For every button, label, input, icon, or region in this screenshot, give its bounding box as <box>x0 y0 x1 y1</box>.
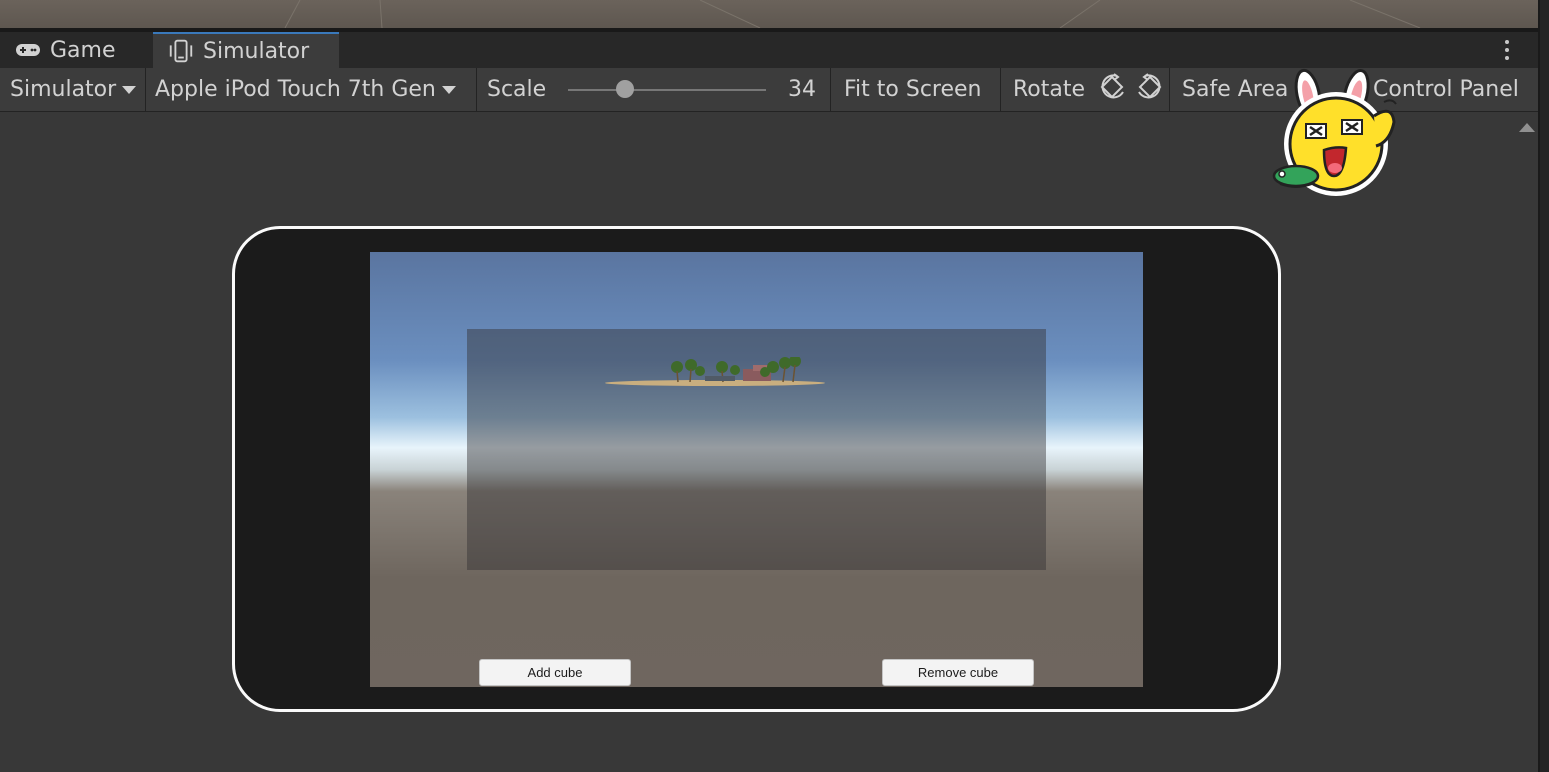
rotate-left-button[interactable] <box>1093 68 1133 111</box>
rotate-right-icon <box>1135 72 1165 108</box>
toolbar-divider <box>1000 68 1001 111</box>
scroll-up-arrow-icon[interactable] <box>1519 123 1535 132</box>
rotate-left-icon <box>1097 72 1127 108</box>
right-panel-edge <box>1538 0 1549 772</box>
rotate-right-button[interactable] <box>1133 68 1169 111</box>
add-cube-button[interactable]: Add cube <box>479 659 631 686</box>
tab-game-label: Game <box>50 37 116 63</box>
toolbar-divider <box>1169 68 1170 111</box>
scale-value: 34 <box>788 77 816 102</box>
game-screen[interactable]: Add cube Remove cube <box>370 252 1143 687</box>
fit-to-screen-button[interactable]: Fit to Screen <box>834 68 1000 111</box>
remove-cube-button[interactable]: Remove cube <box>882 659 1034 686</box>
fit-to-screen-label: Fit to Screen <box>844 77 982 102</box>
tab-simulator-label: Simulator <box>203 38 310 64</box>
mode-dropdown-label: Simulator <box>10 77 117 102</box>
island-scene-image <box>605 357 825 386</box>
tab-simulator[interactable]: Simulator <box>153 32 339 68</box>
chevron-down-icon <box>441 85 456 94</box>
gamepad-icon <box>14 39 42 61</box>
tab-game[interactable]: Game <box>0 32 152 68</box>
toolbar-divider <box>830 68 831 111</box>
mode-dropdown[interactable]: Simulator <box>0 68 145 111</box>
more-options-icon[interactable] <box>1504 40 1510 62</box>
chevron-down-icon <box>122 85 137 94</box>
device-dropdown-label: Apple iPod Touch 7th Gen <box>155 77 436 102</box>
scale-slider-track[interactable] <box>568 89 766 91</box>
scene-view-strip <box>0 0 1538 28</box>
tab-bar: Game Simulator <box>0 32 1538 68</box>
device-dropdown[interactable]: Apple iPod Touch 7th Gen <box>145 68 476 111</box>
rotate-label: Rotate <box>1013 77 1086 102</box>
scale-slider-handle[interactable] <box>616 80 634 98</box>
mascot-sticker-icon <box>1272 68 1397 196</box>
scale-label: Scale <box>487 77 547 102</box>
phone-icon <box>167 39 195 63</box>
